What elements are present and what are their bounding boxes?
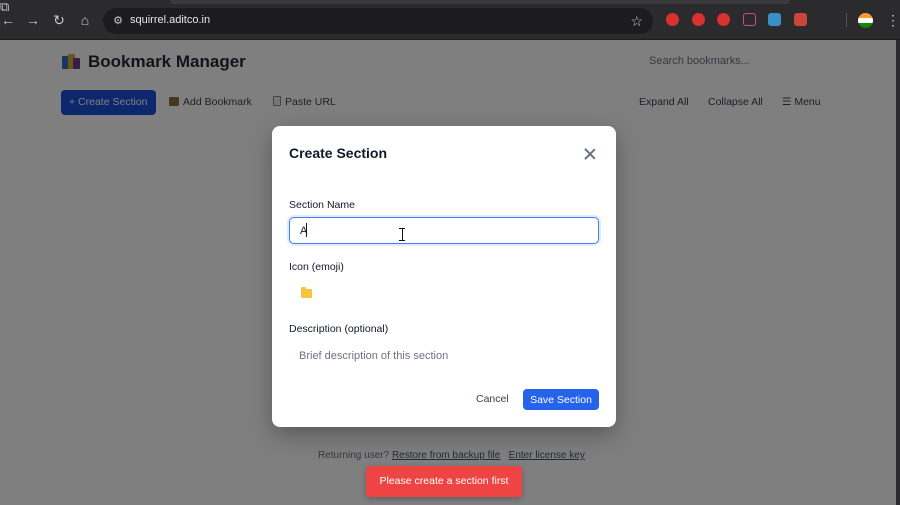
profile-avatar[interactable] bbox=[858, 13, 873, 28]
create-section-dialog: Create Section Section Name Icon (emoji)… bbox=[272, 126, 616, 427]
error-toast: Please create a section first bbox=[366, 466, 522, 497]
page-scrollbar[interactable] bbox=[896, 40, 900, 505]
address-bar[interactable]: ⚙ squirrel.aditco.in ☆ bbox=[103, 8, 653, 34]
back-icon[interactable]: ← bbox=[0, 12, 16, 28]
browser-menu-icon[interactable]: ⋮ bbox=[886, 12, 900, 28]
section-name-input[interactable] bbox=[289, 217, 599, 244]
cancel-button[interactable]: Cancel bbox=[470, 389, 515, 409]
hand-extension-icon[interactable] bbox=[692, 13, 705, 26]
adblock-extension-icon[interactable] bbox=[666, 13, 679, 26]
reload-icon[interactable]: ↻ bbox=[51, 12, 67, 28]
browser-toolbar: ← → ↻ ⌂ ⚙ squirrel.aditco.in ☆ ⧉ ⋮ bbox=[0, 0, 900, 40]
text-cursor-icon bbox=[399, 228, 405, 241]
bookmark-star-icon[interactable]: ☆ bbox=[630, 12, 643, 30]
dialog-title: Create Section bbox=[289, 145, 388, 161]
description-input[interactable] bbox=[289, 345, 599, 367]
toolbar-divider bbox=[846, 13, 847, 27]
description-label: Description (optional) bbox=[289, 323, 389, 335]
red-circle-extension-icon[interactable] bbox=[717, 13, 730, 26]
home-icon[interactable]: ⌂ bbox=[77, 12, 93, 28]
browser-tab-strip bbox=[170, 0, 790, 4]
square-extension-icon[interactable] bbox=[743, 13, 756, 26]
save-section-button[interactable]: Save Section bbox=[523, 389, 599, 410]
python-extension-icon[interactable] bbox=[768, 13, 781, 26]
site-info-icon[interactable]: ⚙ bbox=[111, 14, 125, 28]
folder-icon[interactable] bbox=[301, 287, 312, 298]
url-text[interactable]: squirrel.aditco.in bbox=[130, 14, 210, 26]
section-name-label: Section Name bbox=[289, 199, 355, 211]
text-caret bbox=[306, 223, 307, 237]
icon-emoji-label: Icon (emoji) bbox=[289, 261, 344, 273]
b-extension-icon[interactable] bbox=[794, 13, 807, 26]
close-icon[interactable] bbox=[582, 146, 598, 162]
forward-icon[interactable]: → bbox=[25, 12, 41, 28]
